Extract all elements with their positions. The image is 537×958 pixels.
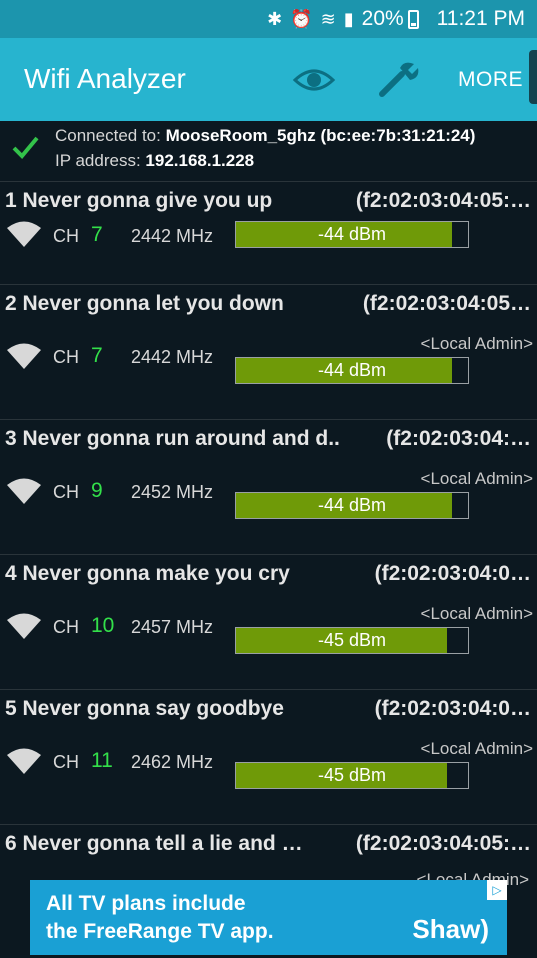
status-bar: ✱ ⏰ ≋ ▮ 20% 11:21 PM <box>0 0 537 38</box>
wifi-icon <box>7 221 41 247</box>
frequency: 2457 MHz <box>131 617 214 637</box>
connection-info: Connected to: MooseRoom_5ghz (bc:ee:7b:3… <box>0 121 537 181</box>
signal-meter: -44 dBm <box>235 492 469 519</box>
ip-address: IP address: 192.168.1.228 <box>55 151 254 171</box>
wrench-icon <box>379 62 419 97</box>
access-point-row[interactable]: 5 Never gonna say goodbye (f2:02:03:04:0… <box>0 689 537 823</box>
access-point-row[interactable]: 2 Never gonna let you down (f2:02:03:04:… <box>0 284 537 418</box>
channel-label: CH <box>53 617 79 637</box>
ap-mac: (f2:02:03:04:0… <box>374 562 531 585</box>
battery-percent: 20% <box>361 7 404 30</box>
frequency: 2442 MHz <box>131 226 214 246</box>
ad-brand-logo: Shaw) <box>412 914 489 944</box>
channel-number: 7 <box>91 344 103 367</box>
app-bar: Wifi Analyzer MORE <box>0 38 537 121</box>
more-button[interactable]: MORE <box>458 68 523 92</box>
wifi-icon <box>7 748 41 774</box>
signal-value: -44 dBm <box>317 224 387 244</box>
signal-value: -44 dBm <box>317 495 387 515</box>
channel-label: CH <box>53 347 79 367</box>
local-admin-label: <Local Admin> <box>420 604 533 623</box>
channel-label: CH <box>53 482 79 502</box>
ip-value: 192.168.1.228 <box>145 151 255 170</box>
view-button[interactable] <box>292 60 336 100</box>
channel-number: 7 <box>91 223 103 246</box>
ad-banner[interactable]: All TV plans include the FreeRange TV ap… <box>30 880 507 955</box>
ap-name: 1 Never gonna give you up <box>5 189 273 212</box>
ap-mac: (f2:02:03:04:… <box>386 427 531 450</box>
check-icon <box>12 136 39 159</box>
channel-label: CH <box>53 752 79 772</box>
frequency: 2452 MHz <box>131 482 214 502</box>
bluetooth-icon: ✱ <box>267 8 283 29</box>
ap-name: 4 Never gonna make you cry <box>5 562 290 585</box>
tools-button[interactable] <box>374 58 422 102</box>
wifi-status-icon: ≋ <box>320 8 336 29</box>
wifi-icon <box>7 613 41 639</box>
channel-label: CH <box>53 226 79 246</box>
ap-name: 3 Never gonna run around and d.. <box>5 427 340 450</box>
ap-name: 2 Never gonna let you down <box>5 292 284 315</box>
app-title: Wifi Analyzer <box>24 63 186 94</box>
connected-ssid: MooseRoom_5ghz (bc:ee:7b:31:21:24) <box>165 126 476 145</box>
clock: 11:21 PM <box>436 7 525 30</box>
frequency: 2462 MHz <box>131 752 214 772</box>
channel-number: 11 <box>91 749 113 772</box>
ap-name: 6 Never gonna tell a lie and … <box>5 832 303 855</box>
edge-panel-handle[interactable] <box>529 50 537 104</box>
wifi-icon <box>7 343 41 369</box>
signal-meter: -45 dBm <box>235 627 469 654</box>
local-admin-label: <Local Admin> <box>420 739 533 758</box>
alarm-icon: ⏰ <box>290 8 313 29</box>
ap-mac: (f2:02:03:04:05… <box>362 292 531 315</box>
wifi-icon <box>7 478 41 504</box>
access-point-row[interactable]: 3 Never gonna run around and d.. (f2:02:… <box>0 419 537 553</box>
eye-icon <box>292 69 336 91</box>
signal-meter: -45 dBm <box>235 762 469 789</box>
connected-prefix: Connected to: <box>55 126 166 145</box>
ap-mac: (f2:02:03:04:05:… <box>355 832 531 855</box>
battery-icon <box>407 9 419 29</box>
access-point-row[interactable]: 4 Never gonna make you cry (f2:02:03:04:… <box>0 554 537 688</box>
ap-mac: (f2:02:03:04:0… <box>374 697 531 720</box>
ap-mac: (f2:02:03:04:05:… <box>355 189 531 212</box>
connected-to: Connected to: MooseRoom_5ghz (bc:ee:7b:3… <box>55 126 475 146</box>
ad-line-1: All TV plans include <box>46 892 246 915</box>
signal-meter: -44 dBm <box>235 221 469 248</box>
ad-text: All TV plans include the FreeRange TV ap… <box>46 890 274 946</box>
ip-prefix: IP address: <box>55 151 146 170</box>
ap-name: 5 Never gonna say goodbye <box>5 697 284 720</box>
channel-number: 9 <box>91 479 103 502</box>
cell-signal-icon: ▮ <box>343 8 354 29</box>
signal-value: -45 dBm <box>317 630 387 650</box>
local-admin-label: <Local Admin> <box>420 469 533 488</box>
signal-meter: -44 dBm <box>235 357 469 384</box>
signal-value: -45 dBm <box>317 765 387 785</box>
adchoices-icon[interactable]: ▷ <box>487 880 507 900</box>
local-admin-label: <Local Admin> <box>420 334 533 353</box>
ad-line-2: the FreeRange TV app. <box>46 920 274 943</box>
frequency: 2442 MHz <box>131 347 214 367</box>
channel-number: 10 <box>91 614 115 637</box>
signal-value: -44 dBm <box>317 360 387 380</box>
